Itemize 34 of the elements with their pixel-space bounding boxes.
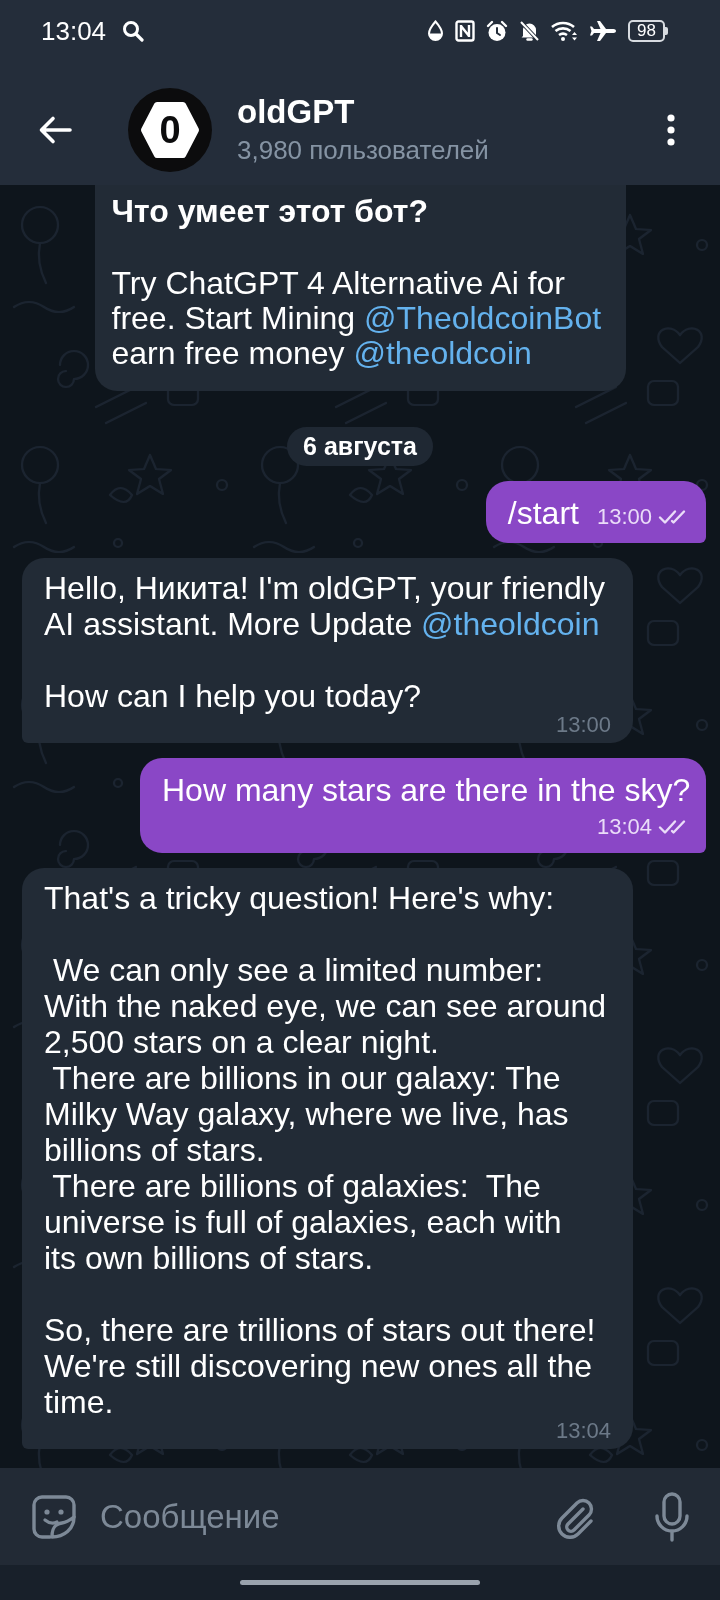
message-text: That's a tricky question! Here's why: We can only see a limited number: With the naked eye, we can see around 2,500 stars on a clear night. There are billions in our galaxy: The Milky Way galaxy, where we live, has billions of stars. There are billions of galaxies: The universe is full of galaxies, each with its own billions of stars. So, there are trillions of stars out there! We're still discovering new ones all the time. xyxy=(44,880,608,1420)
more-options-icon[interactable] xyxy=(666,112,676,147)
search-icon xyxy=(122,20,145,42)
bot-avatar[interactable]: 0 xyxy=(128,87,212,172)
water-drop-icon xyxy=(427,20,445,42)
chat-title: oldGPT xyxy=(237,92,356,131)
message-text: How many stars are there in the sky? xyxy=(162,772,691,808)
member-count: 3,980 пользователей xyxy=(237,133,489,167)
hexagon-logo-icon xyxy=(140,99,200,160)
nfc-icon xyxy=(455,20,476,42)
message-time: 13:04 xyxy=(555,1420,611,1442)
message-time: 13:00 xyxy=(555,714,611,736)
mention-link[interactable]: @TheoldcoinBot xyxy=(364,300,602,336)
message-time: 13:00 xyxy=(596,506,652,528)
status-time: 13:04 xyxy=(41,16,107,46)
airplane-icon xyxy=(589,20,618,42)
back-arrow-icon[interactable] xyxy=(38,114,72,145)
message-input[interactable]: Сообщение xyxy=(100,1492,541,1541)
bot-info-text: Try ChatGPT 4 Alternative Ai for free. Start Mining @TheoldcoinBot earn free money @theoldcoin xyxy=(111,266,603,371)
message-composer[interactable]: Сообщение xyxy=(0,1468,720,1565)
alarm-clock-icon xyxy=(486,20,509,42)
wifi-icon xyxy=(551,20,579,42)
message-time: 13:04 xyxy=(596,816,652,838)
message-text: /start xyxy=(507,495,579,531)
battery-indicator: 98 xyxy=(628,20,668,42)
muted-bell-icon xyxy=(519,20,541,42)
mention-link[interactable]: @theoldcoin xyxy=(353,335,532,371)
mention-link[interactable]: @theoldcoin xyxy=(421,606,600,642)
microphone-icon[interactable] xyxy=(654,1491,690,1542)
avatar-logo-text: 0 xyxy=(159,109,181,150)
bot-info-title: Что умеет этот бот? xyxy=(111,194,429,229)
sticker-icon[interactable] xyxy=(30,1492,78,1541)
date-chip: 6 августа xyxy=(287,427,433,466)
message-text: Hello, Никита! I'm oldGPT, your friendly AI assistant. More Update @theoldcoin How can I help you today? xyxy=(44,570,606,714)
